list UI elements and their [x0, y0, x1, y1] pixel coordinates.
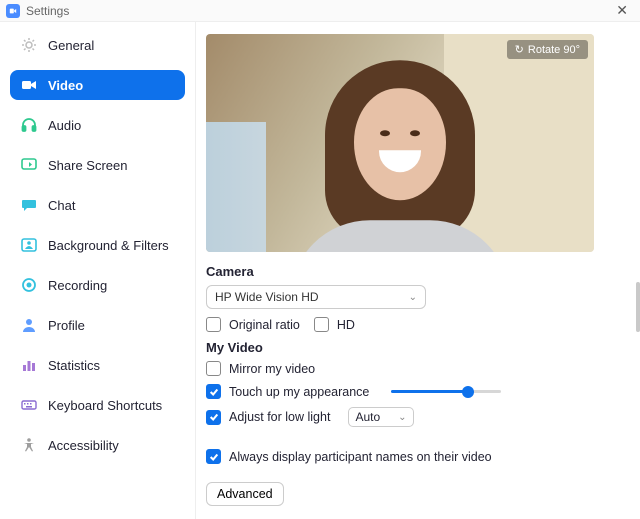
lowlight-checkbox[interactable]	[206, 410, 221, 425]
section-title-camera: Camera	[206, 264, 622, 279]
content-pane: ↻ Rotate 90° Camera HP Wide Vision HD ⌄ …	[196, 22, 640, 519]
sidebar-item-keyboard-shortcuts[interactable]: Keyboard Shortcuts	[10, 390, 185, 420]
original-ratio-checkbox[interactable]	[206, 317, 221, 332]
always-names-checkbox[interactable]	[206, 449, 221, 464]
keyboard-icon	[20, 396, 38, 414]
mirror-video-label: Mirror my video	[229, 362, 315, 376]
touchup-checkbox[interactable]	[206, 384, 221, 399]
lowlight-mode-select[interactable]: Auto ⌄	[348, 407, 413, 427]
sidebar-item-general[interactable]: General	[10, 30, 185, 60]
lowlight-label: Adjust for low light	[229, 410, 330, 424]
profile-icon	[20, 316, 38, 334]
chat-icon	[20, 196, 38, 214]
rotate-icon: ↻	[515, 43, 524, 56]
sidebar-item-recording[interactable]: Recording	[10, 270, 185, 300]
sidebar-item-label: Profile	[48, 318, 85, 333]
camera-select[interactable]: HP Wide Vision HD ⌄	[206, 285, 426, 309]
sidebar-item-chat[interactable]: Chat	[10, 190, 185, 220]
lowlight-mode-value: Auto	[355, 410, 380, 424]
always-names-label: Always display participant names on thei…	[229, 450, 492, 464]
sidebar-item-background-filters[interactable]: Background & Filters	[10, 230, 185, 260]
sidebar-item-profile[interactable]: Profile	[10, 310, 185, 340]
hd-checkbox[interactable]	[314, 317, 329, 332]
sidebar-item-label: Chat	[48, 198, 75, 213]
accessibility-icon	[20, 436, 38, 454]
gear-icon	[20, 36, 38, 54]
close-button[interactable]: ✕	[610, 2, 634, 19]
recording-icon	[20, 276, 38, 294]
sidebar: General Video Audio Share Screen Chat Backgro…	[0, 22, 196, 519]
sidebar-item-share-screen[interactable]: Share Screen	[10, 150, 185, 180]
sidebar-item-audio[interactable]: Audio	[10, 110, 185, 140]
titlebar: Settings ✕	[0, 0, 640, 22]
sidebar-item-label: Accessibility	[48, 438, 119, 453]
headphone-icon	[20, 116, 38, 134]
sidebar-item-statistics[interactable]: Statistics	[10, 350, 185, 380]
camera-selected-value: HP Wide Vision HD	[215, 290, 319, 304]
video-preview: ↻ Rotate 90°	[206, 34, 594, 252]
app-icon	[6, 4, 20, 18]
sidebar-item-label: Recording	[48, 278, 107, 293]
chevron-down-icon: ⌄	[409, 292, 417, 303]
share-screen-icon	[20, 156, 38, 174]
sidebar-item-label: Background & Filters	[48, 238, 169, 253]
touchup-slider[interactable]	[391, 390, 501, 393]
sidebar-item-label: Audio	[48, 118, 81, 133]
advanced-button[interactable]: Advanced	[206, 482, 284, 506]
sidebar-item-label: Statistics	[48, 358, 100, 373]
scrollbar-thumb[interactable]	[636, 282, 640, 332]
sidebar-item-video[interactable]: Video	[10, 70, 185, 100]
sidebar-item-label: Keyboard Shortcuts	[48, 398, 162, 413]
statistics-icon	[20, 356, 38, 374]
video-icon	[20, 76, 38, 94]
background-icon	[20, 236, 38, 254]
rotate-90-button[interactable]: ↻ Rotate 90°	[507, 40, 588, 59]
window-title: Settings	[26, 4, 69, 18]
sidebar-item-label: General	[48, 38, 94, 53]
section-title-my-video: My Video	[206, 340, 622, 355]
hd-label: HD	[337, 318, 355, 332]
rotate-label: Rotate 90°	[528, 44, 580, 56]
sidebar-item-label: Video	[48, 78, 83, 93]
touchup-label: Touch up my appearance	[229, 385, 369, 399]
mirror-video-checkbox[interactable]	[206, 361, 221, 376]
chevron-down-icon: ⌄	[398, 412, 406, 423]
sidebar-item-label: Share Screen	[48, 158, 128, 173]
sidebar-item-accessibility[interactable]: Accessibility	[10, 430, 185, 460]
original-ratio-label: Original ratio	[229, 318, 300, 332]
